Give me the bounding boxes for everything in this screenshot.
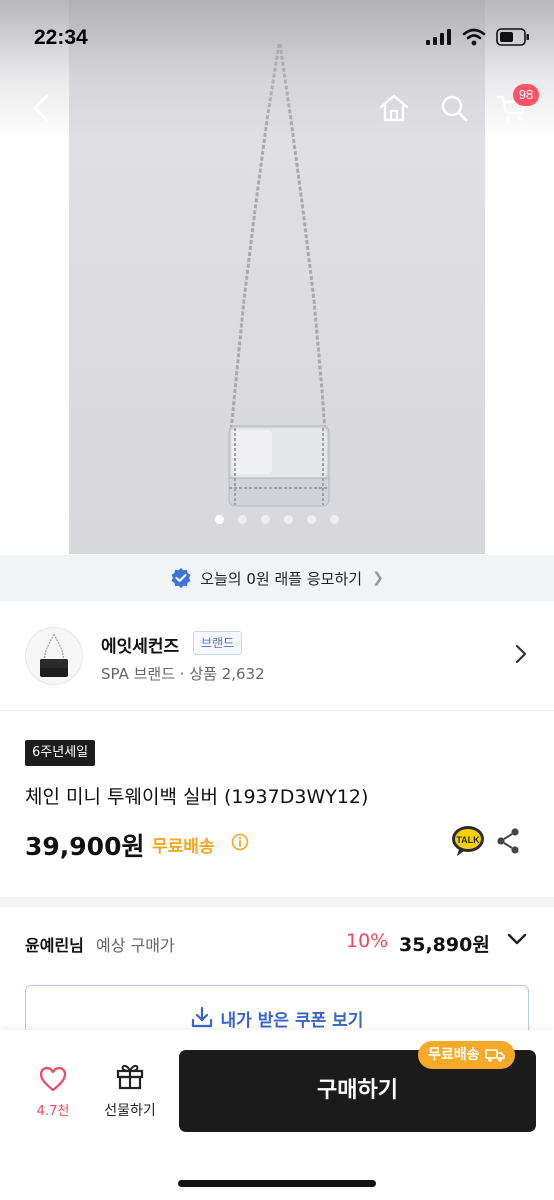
free-shipping-label: 무료배송 <box>152 837 215 857</box>
gallery-dot-4[interactable] <box>284 515 293 524</box>
wifi-icon <box>462 28 486 46</box>
raffle-text: 오늘의 0원 래플 응모하기 <box>200 569 363 588</box>
brand-name: 에잇세컨즈 <box>101 637 180 657</box>
gift-icon <box>116 1064 144 1090</box>
gift-button[interactable]: 선물하기 <box>97 1062 163 1120</box>
brand-row[interactable]: 에잇세컨즈 브랜드 SPA 브랜드 · 상품 2,632 <box>0 602 554 711</box>
free-shipping-pill-label: 무료배송 <box>428 1047 480 1063</box>
signal-icon <box>426 29 451 45</box>
gallery-dot-6[interactable] <box>330 515 339 524</box>
brand-badge: 브랜드 <box>193 631 243 655</box>
discount-percent: 10% <box>346 930 389 952</box>
free-shipping-pill: 무료배송 <box>418 1041 515 1069</box>
home-icon <box>379 94 409 122</box>
product-title: 체인 미니 투웨이백 실버 (1937D3WY12) <box>25 786 369 808</box>
product-price: 39,900원 <box>25 832 145 861</box>
heart-icon <box>39 1066 67 1092</box>
chevron-right-icon: ❯ <box>372 570 384 586</box>
chevron-left-icon <box>33 94 49 122</box>
brand-bag-thumbnail-icon <box>40 633 68 677</box>
expected-price-label: 예상 구매가 <box>96 936 175 955</box>
home-button[interactable] <box>374 88 414 128</box>
kakaotalk-share-icon[interactable]: TALK <box>451 825 485 857</box>
download-icon <box>191 1006 212 1028</box>
product-image-gallery[interactable] <box>0 0 554 554</box>
like-button[interactable]: 4.7천 <box>25 1066 81 1119</box>
gallery-dot-2[interactable] <box>238 515 247 524</box>
brand-logo <box>25 627 83 685</box>
like-count: 4.7천 <box>36 1104 70 1119</box>
bottom-action-bar: 4.7천 선물하기 구매하기 무료배송 <box>0 1030 554 1200</box>
sale-tag: 6주년세일 <box>25 740 96 766</box>
cart-count-badge: 98 <box>513 84 539 106</box>
expected-price-row[interactable]: 윤예린님 예상 구매가 10% 35,890원 <box>0 907 554 977</box>
chevron-down-icon[interactable] <box>506 931 528 947</box>
expected-price: 35,890원 <box>399 934 490 956</box>
home-indicator <box>178 1180 376 1187</box>
battery-icon <box>496 28 529 46</box>
back-button[interactable] <box>22 88 62 128</box>
truck-icon <box>484 1049 505 1062</box>
gallery-dot-1[interactable] <box>215 515 224 524</box>
verified-badge-icon <box>171 568 191 588</box>
user-name: 윤예린님 <box>25 936 84 955</box>
status-time: 22:34 <box>34 26 88 49</box>
share-icon[interactable] <box>495 827 521 855</box>
info-icon[interactable] <box>231 833 249 851</box>
gallery-dot-5[interactable] <box>307 515 316 524</box>
gallery-dot-3[interactable] <box>261 515 270 524</box>
status-icons <box>426 28 530 46</box>
status-bar: 22:34 <box>0 0 554 82</box>
search-button[interactable] <box>434 88 474 128</box>
section-divider <box>0 897 554 907</box>
gift-label: 선물하기 <box>104 1103 156 1119</box>
brand-subtitle: SPA 브랜드 · 상품 2,632 <box>101 665 265 683</box>
search-icon <box>441 95 468 122</box>
svg-text:TALK: TALK <box>456 835 480 845</box>
raffle-banner[interactable]: 오늘의 0원 래플 응모하기 ❯ <box>0 555 554 601</box>
chevron-right-icon[interactable] <box>514 642 528 666</box>
gallery-pagination[interactable] <box>0 515 554 524</box>
